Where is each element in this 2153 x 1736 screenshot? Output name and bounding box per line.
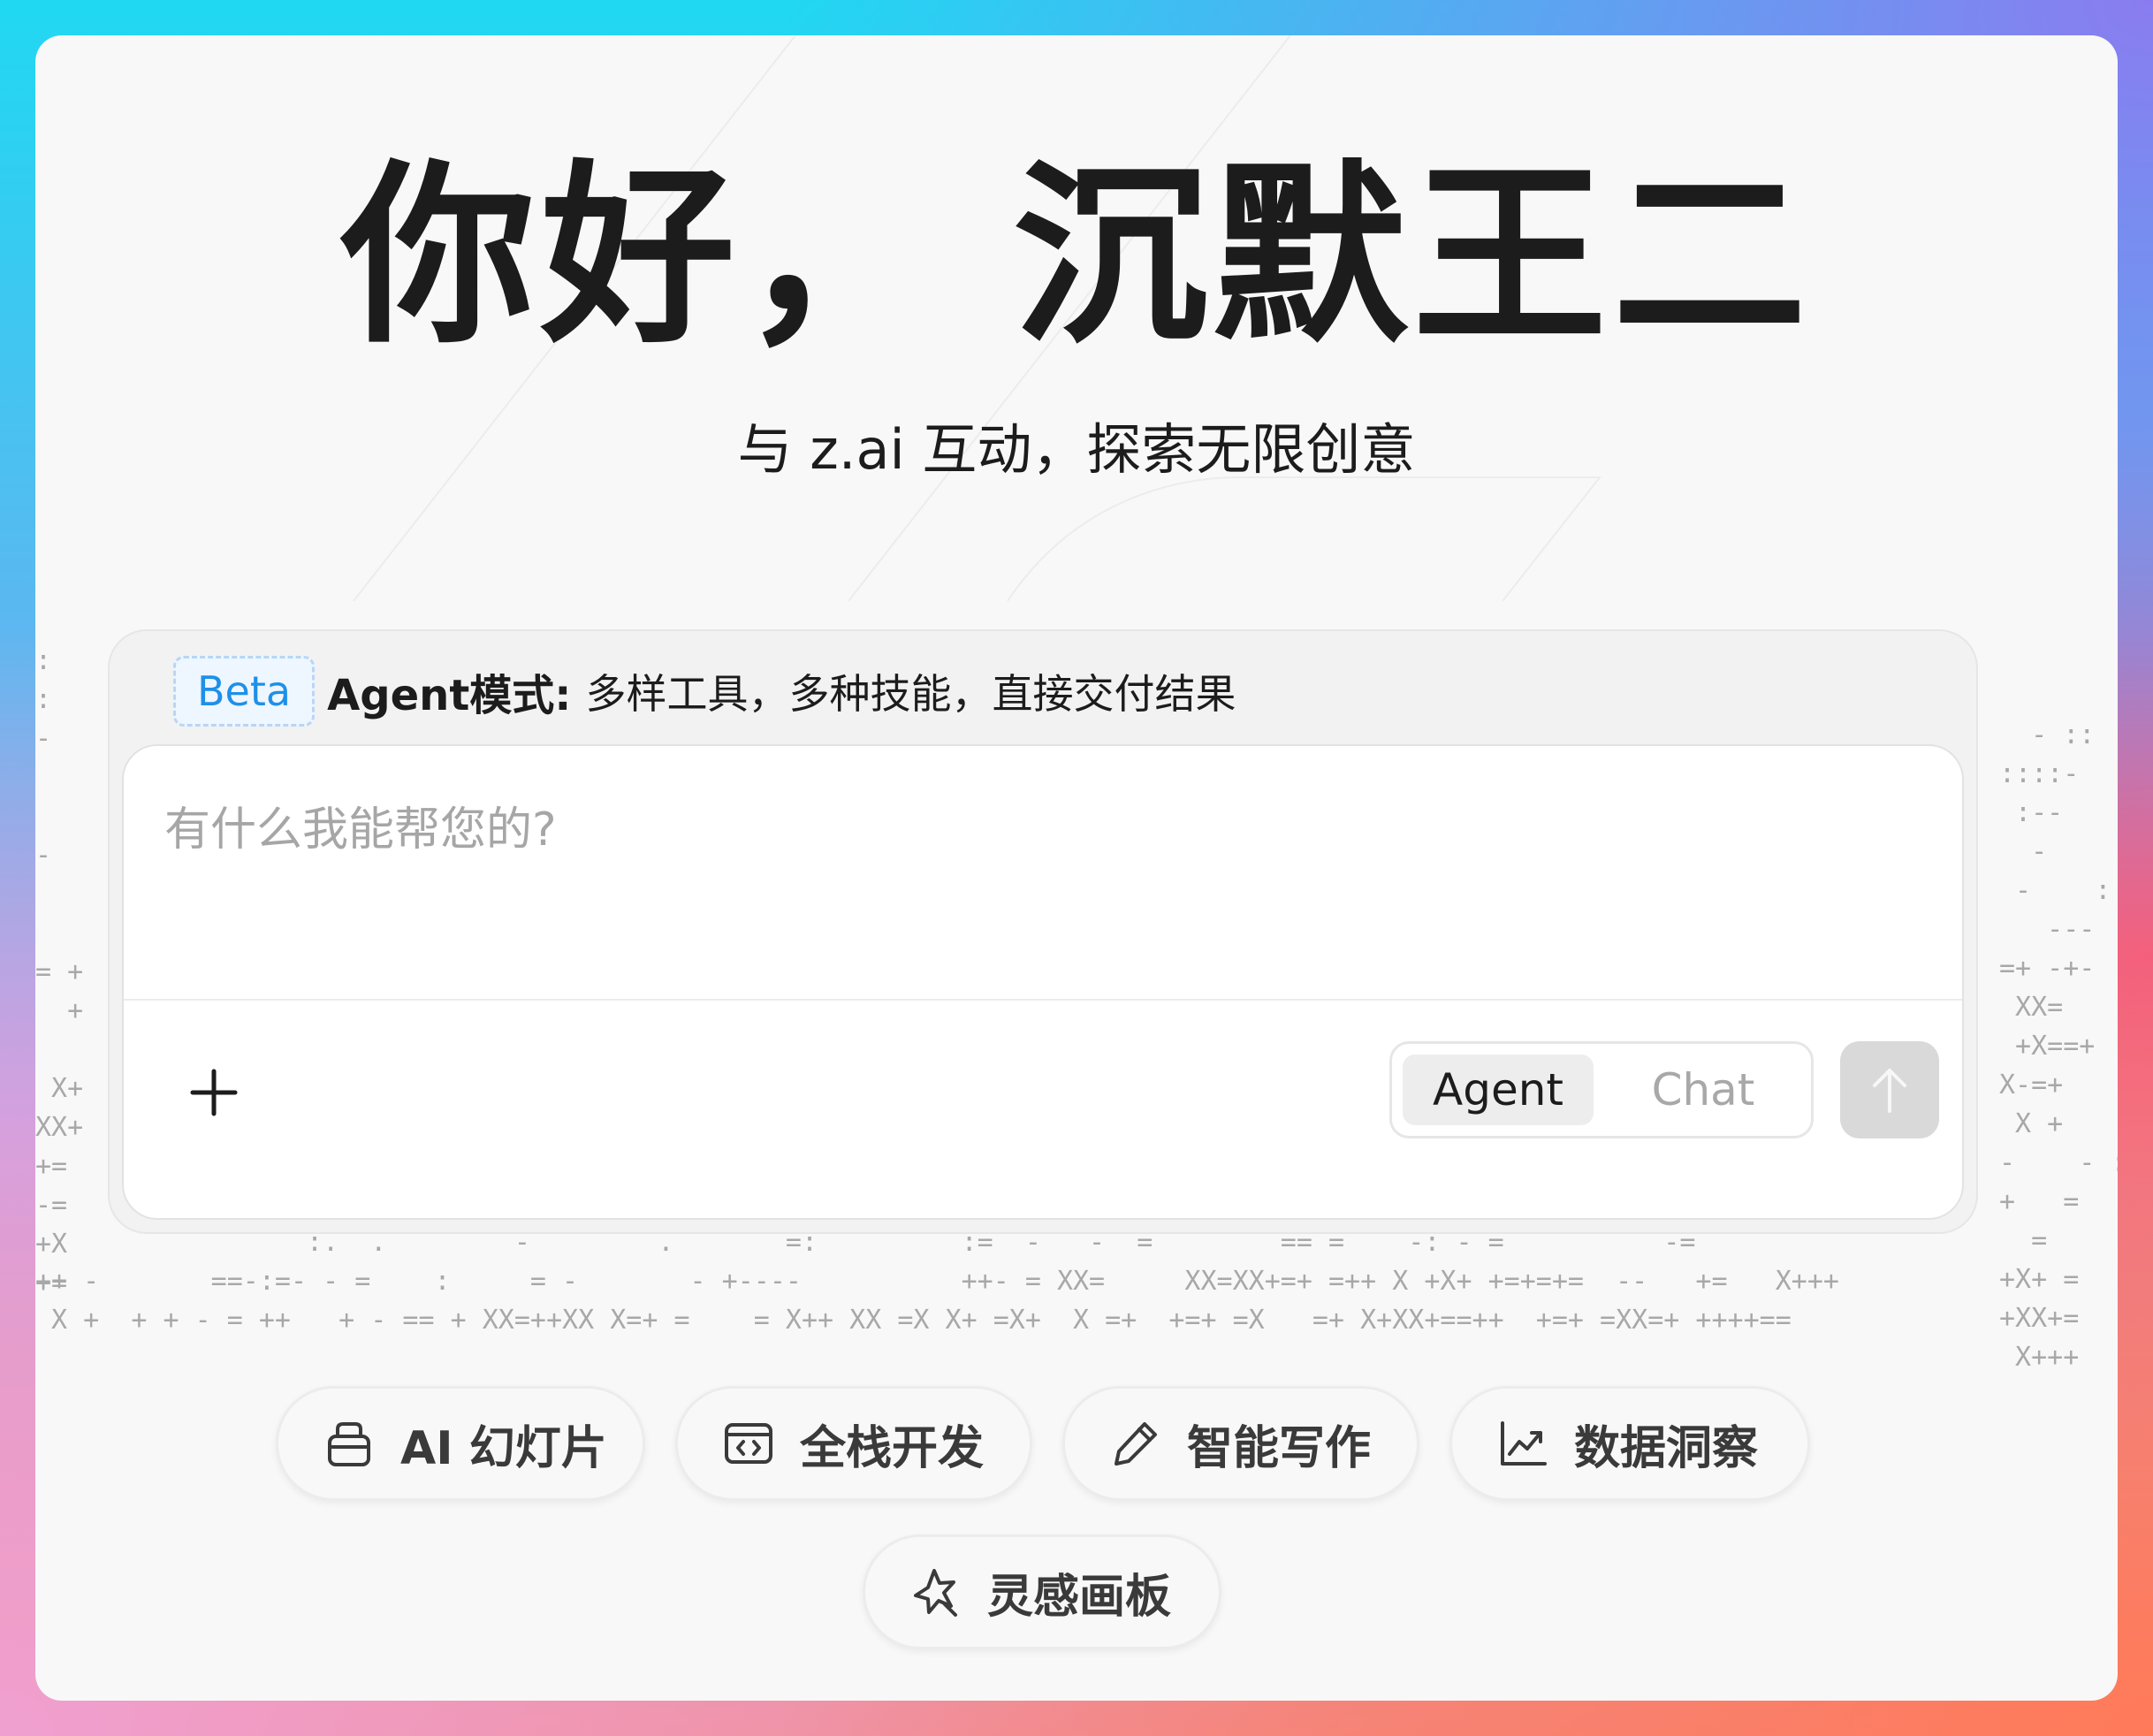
ascii-decoration-left: : : - - = + + X+ XX+ += -= +X += xyxy=(35,645,84,1298)
quick-action-label: AI 幻灯片 xyxy=(400,1421,607,1475)
quick-action-ai-slides[interactable]: AI 幻灯片 xyxy=(276,1386,645,1501)
quick-action-fullstack[interactable]: 全栈开发 xyxy=(675,1386,1032,1501)
beta-badge: Beta xyxy=(173,656,316,727)
code-window-icon xyxy=(720,1415,777,1472)
composer-divider xyxy=(124,999,1962,1001)
pen-icon xyxy=(1107,1415,1164,1472)
quick-action-label: 灵感画板 xyxy=(987,1570,1172,1624)
quick-action-label: 智能写作 xyxy=(1187,1421,1372,1475)
greeting-heading: 你好， 沉默王二 xyxy=(340,143,1813,369)
chart-trend-icon xyxy=(1495,1415,1551,1472)
agent-mode-panel: Beta Agent模式: 多样工具，多种技能，直接交付结果 Agent Cha… xyxy=(108,629,1978,1234)
quick-action-label: 数据洞察 xyxy=(1574,1421,1759,1475)
plus-icon xyxy=(190,1069,238,1116)
mode-agent-button[interactable]: Agent xyxy=(1403,1055,1594,1125)
quick-action-inspiration-canvas[interactable]: 灵感画板 xyxy=(863,1534,1221,1649)
agent-mode-title: Agent模式: xyxy=(327,671,572,720)
send-button[interactable] xyxy=(1840,1041,1939,1138)
composer-box: Agent Chat xyxy=(122,744,1964,1220)
agent-mode-banner: Beta Agent模式: 多样工具，多种技能，直接交付结果 xyxy=(173,656,1236,727)
prompt-input[interactable] xyxy=(164,792,1914,951)
ascii-decoration-bottom: :. . - . =: := - - = == = -: - = -= ++ -… xyxy=(35,1227,1839,1336)
main-card: 你好， 沉默王二 与 z.ai 互动，探索无限创意 : : - - = + + … xyxy=(35,35,2118,1701)
sparkle-star-icon xyxy=(908,1564,964,1620)
quick-action-label: 全栈开发 xyxy=(800,1421,985,1475)
ascii-decoration-right: - :: ::::- :-- - - : --- =+ -+- XX= +X==… xyxy=(1999,720,2118,1373)
attach-button[interactable] xyxy=(179,1057,249,1128)
presentation-icon xyxy=(321,1415,377,1472)
quick-action-data-insights[interactable]: 数据洞察 xyxy=(1449,1386,1810,1501)
agent-mode-description: 多样工具，多种技能，直接交付结果 xyxy=(585,670,1236,718)
subtitle: 与 z.ai 互动，探索无限创意 xyxy=(737,417,1416,482)
arrow-up-icon xyxy=(1873,1069,1906,1113)
quick-action-writing[interactable]: 智能写作 xyxy=(1062,1386,1419,1501)
mode-chat-button[interactable]: Chat xyxy=(1608,1055,1799,1125)
mode-toggle: Agent Chat xyxy=(1389,1041,1814,1138)
